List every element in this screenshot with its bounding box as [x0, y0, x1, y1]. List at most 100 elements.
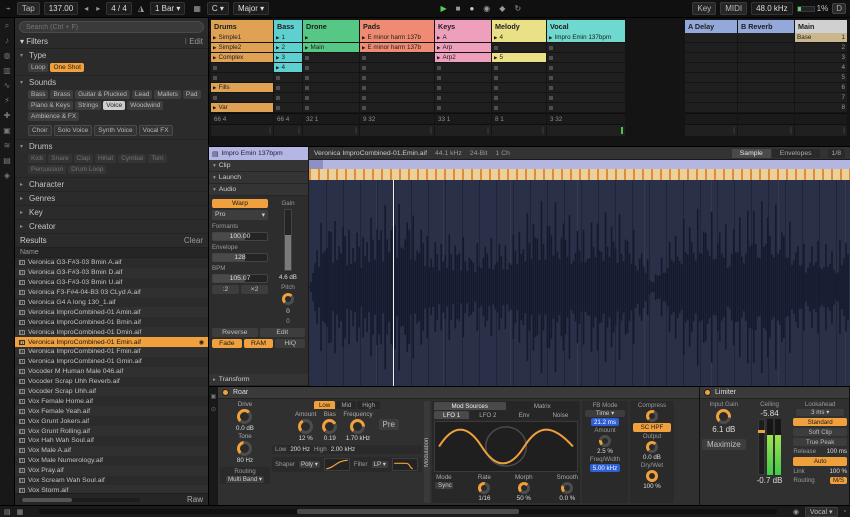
empty-clip-slot[interactable]	[360, 103, 434, 113]
track-header[interactable]: Bass	[274, 20, 302, 33]
clip-slot[interactable]: ▶ Simple2	[211, 43, 273, 53]
clip-slot[interactable]: ▶ 3	[274, 53, 302, 63]
result-item[interactable]: Veronica G4 A long 130_1.aif	[15, 298, 208, 308]
scene-slot[interactable]: 6	[795, 83, 847, 93]
clip-stop-icon[interactable]	[437, 105, 441, 110]
user-library-icon[interactable]: ◈	[4, 172, 10, 180]
clip-view-toggle-icon[interactable]: ▣	[211, 393, 217, 400]
lfo-smooth-knob[interactable]	[561, 482, 574, 494]
clip-stop-icon[interactable]	[213, 95, 217, 100]
device-view-toggle-icon[interactable]: ⊙	[211, 406, 216, 413]
empty-clip-slot[interactable]	[547, 93, 625, 103]
lfo-display[interactable]	[434, 421, 578, 472]
bpm-half-button[interactable]: :2	[212, 285, 239, 294]
empty-clip-slot[interactable]	[685, 73, 737, 83]
tag-one-shot[interactable]: One Shot	[50, 63, 84, 72]
audio-effects-icon[interactable]: ∿	[4, 82, 11, 90]
tag-percussion[interactable]: Percussion	[28, 165, 67, 174]
scene-slot[interactable]: 2	[795, 43, 847, 53]
track-column-bass[interactable]: Bass ▶ 1 ▶ 2 ▶ 3 ▶ 4 66 4	[274, 20, 302, 146]
empty-clip-slot[interactable]	[435, 63, 491, 73]
lfo-rate-knob[interactable]	[478, 482, 491, 494]
empty-clip-slot[interactable]	[685, 83, 737, 93]
tag-piano-keys[interactable]: Piano & Keys	[28, 101, 74, 110]
result-item[interactable]: Vocoder Scrap Uhh.aif	[15, 386, 208, 397]
edit-sample-button[interactable]: Edit	[259, 328, 305, 337]
track-column-pads[interactable]: Pads ▶ E minor harm 137b ▶ E minor harm 137b…	[360, 20, 434, 146]
fade-toggle[interactable]: Fade	[212, 339, 242, 348]
waveform-display[interactable]	[309, 180, 850, 386]
track-mixer-mini[interactable]	[738, 124, 794, 136]
empty-clip-slot[interactable]	[492, 83, 546, 93]
drive-knob[interactable]	[237, 409, 253, 424]
clip-launch-icon[interactable]: ▶	[213, 55, 216, 60]
scene-slot[interactable]: 3	[795, 53, 847, 63]
gain-slider[interactable]	[284, 209, 292, 271]
clip-slot[interactable]: ▶ 5	[492, 53, 546, 63]
empty-clip-slot[interactable]	[435, 83, 491, 93]
clip-stop-icon[interactable]	[494, 65, 498, 70]
clip-launch-icon[interactable]: ▶	[276, 45, 279, 50]
clip-stop-icon[interactable]	[437, 95, 441, 100]
empty-clip-slot[interactable]	[274, 83, 302, 93]
routing-select[interactable]: Multi Band ▾	[225, 476, 265, 483]
empty-clip-slot[interactable]	[492, 73, 546, 83]
bias-knob[interactable]	[322, 419, 338, 434]
clip-launch-icon[interactable]: ▶	[494, 35, 497, 40]
reverse-button[interactable]: Reverse	[212, 328, 258, 337]
tag-pad[interactable]: Pad	[182, 90, 201, 99]
result-item[interactable]: Veronica ImproCombined-01 Bmin.aif	[15, 317, 208, 327]
tab-low[interactable]: Low	[313, 401, 336, 409]
clip-stop-icon[interactable]	[437, 65, 441, 70]
track-column-vocal[interactable]: Vocal ▶ Impro Emin 137bpm 3 32	[547, 20, 625, 146]
clip-stop-icon[interactable]	[213, 75, 217, 80]
roar-title-bar[interactable]: Roar	[218, 387, 699, 399]
empty-clip-slot[interactable]	[435, 73, 491, 83]
clip-stop-icon[interactable]	[305, 75, 309, 80]
horizontal-scrollbar[interactable]	[39, 509, 777, 514]
lookahead-select[interactable]: 3 ms ▾	[796, 409, 845, 416]
empty-clip-slot[interactable]	[738, 73, 794, 83]
release-value[interactable]: 100 ms	[827, 448, 847, 455]
track-column-main[interactable]: Main Base 1 2 3 4 5 6 7 8	[795, 20, 847, 146]
empty-clip-slot[interactable]	[303, 53, 359, 63]
shaper-type-select[interactable]: Poly ▾	[298, 461, 320, 468]
mode-soft-clip-button[interactable]: Soft Clip	[793, 428, 847, 436]
track-header[interactable]: Vocal	[547, 20, 625, 33]
clip-slot[interactable]: ▶ Arp	[435, 43, 491, 53]
track-header[interactable]: B Reverb	[738, 20, 794, 33]
result-item[interactable]: Vox Female Home.aif	[15, 396, 208, 406]
empty-clip-slot[interactable]	[211, 93, 273, 103]
dry-wet-knob[interactable]	[646, 470, 658, 482]
clip-stop-icon[interactable]	[305, 55, 309, 60]
tag-loop[interactable]: Loop	[28, 63, 49, 72]
session-view-toggle-icon[interactable]: ▦	[17, 508, 24, 516]
empty-clip-slot[interactable]	[685, 103, 737, 113]
result-item[interactable]: Veronica G3-F#3-03 Bmin D.aif	[15, 267, 208, 278]
clip-launch-icon[interactable]: ▶	[213, 35, 216, 40]
result-item[interactable]: Vox Grunt Rolling.aif	[15, 426, 208, 437]
metronome-icon[interactable]: ◮	[136, 4, 146, 13]
empty-clip-slot[interactable]	[738, 63, 794, 73]
track-mixer-mini[interactable]	[211, 124, 273, 136]
scene-slot[interactable]: 4	[795, 63, 847, 73]
empty-clip-slot[interactable]	[303, 73, 359, 83]
low-crossover-value[interactable]: 200 Hz	[290, 446, 310, 453]
filters-toggle[interactable]: ▾ Filters	[20, 37, 48, 46]
clip-stop-icon[interactable]	[362, 105, 366, 110]
empty-clip-slot[interactable]	[435, 103, 491, 113]
clip-launch-icon[interactable]: ▶	[276, 55, 279, 60]
clip-stop-icon[interactable]	[549, 65, 553, 70]
clip-slot[interactable]: ▶ 2	[274, 43, 302, 53]
filter-section-header[interactable]: ▾ Type	[15, 49, 208, 62]
empty-clip-slot[interactable]	[547, 43, 625, 53]
tag-bass[interactable]: Bass	[28, 90, 49, 99]
tag-synth-voice[interactable]: Synth Voice	[94, 125, 137, 136]
tag-lead[interactable]: Lead	[131, 90, 153, 99]
nudge-up-icon[interactable]: ▸	[94, 4, 102, 13]
filter-section-header[interactable]: ▾ Sounds	[15, 76, 208, 89]
tag-cymbal[interactable]: Cymbal	[118, 154, 147, 163]
frequency-knob[interactable]	[350, 419, 366, 434]
empty-clip-slot[interactable]	[547, 83, 625, 93]
device-power-icon[interactable]	[222, 389, 229, 396]
